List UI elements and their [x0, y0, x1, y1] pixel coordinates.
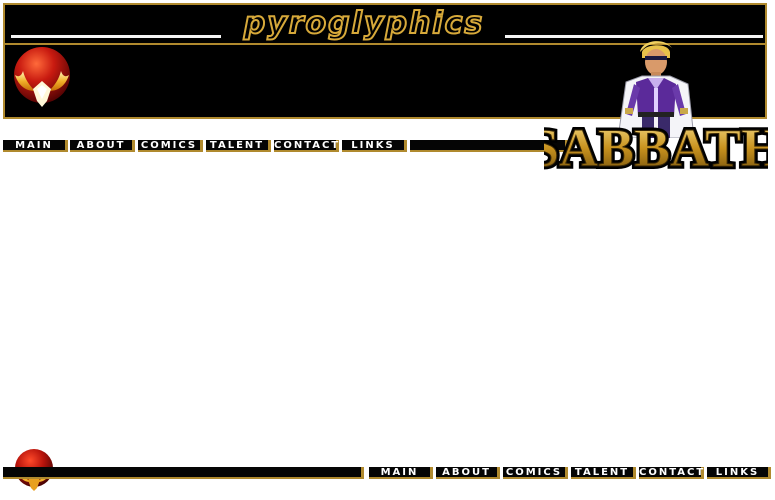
bottom-nav-bar-fill [3, 467, 364, 479]
bottom-nav: MAIN ABOUT COMICS TALENT CONTACT LINKS [3, 467, 773, 479]
nav-comics[interactable]: COMICS [138, 140, 203, 152]
nav-main[interactable]: MAIN [3, 140, 68, 152]
bottom-nav-links[interactable]: LINKS [707, 467, 771, 479]
page: pyroglyphics MAIN ABOUT COMICS TALENT CO… [0, 0, 775, 500]
nav-about[interactable]: ABOUT [70, 140, 135, 152]
sabbath-comic-logo[interactable]: SABBATH SABBATH [544, 112, 768, 176]
nav-contact[interactable]: CONTACT [274, 140, 339, 152]
bottom-nav-talent[interactable]: TALENT [571, 467, 636, 479]
sabbath-logo-text: SABBATH [544, 118, 768, 176]
nav-links[interactable]: LINKS [342, 140, 407, 152]
bottom-nav-main[interactable]: MAIN [369, 467, 433, 479]
title-rule-left [11, 35, 221, 38]
site-title[interactable]: pyroglyphics [223, 6, 505, 42]
phoenix-logo-icon[interactable] [9, 45, 75, 111]
nav-talent[interactable]: TALENT [206, 140, 271, 152]
bottom-nav-contact[interactable]: CONTACT [639, 467, 704, 479]
bottom-nav-about[interactable]: ABOUT [436, 467, 500, 479]
bottom-nav-comics[interactable]: COMICS [503, 467, 568, 479]
